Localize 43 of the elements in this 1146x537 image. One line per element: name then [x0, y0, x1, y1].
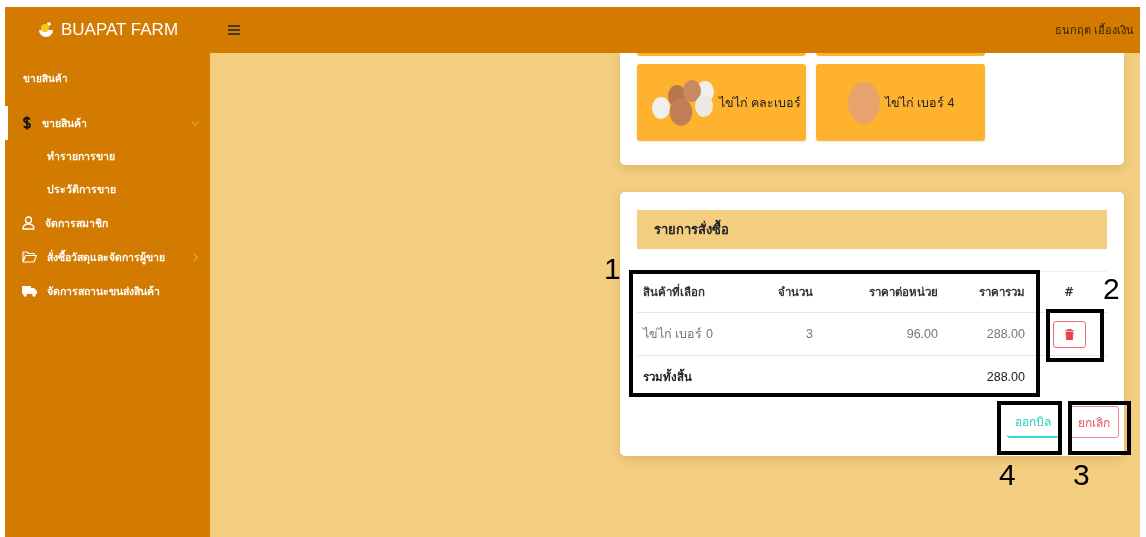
chevron-icon [191, 118, 200, 128]
chevron-icon [191, 252, 200, 262]
user-name: ธนกฤต เอื้องเงิน [1054, 22, 1134, 39]
sidebar-subitem[interactable]: ทำรายการขาย [5, 140, 210, 173]
annotation-number: 3 [1073, 458, 1090, 492]
table-cell-text: 3 [805, 327, 813, 341]
sidebar-item[interactable]: สั่งซื้อวัสดุและจัดการผู้ขาย [5, 240, 210, 274]
trash-icon [1064, 328, 1074, 340]
annotation-frame [997, 401, 1062, 455]
user-icon [22, 216, 35, 230]
total-label: รวมทั้งสิ้น [642, 368, 693, 386]
column-header: # [1063, 285, 1075, 299]
order-title: รายการสั่งซื้อ [654, 219, 729, 240]
menu-icon [228, 25, 240, 35]
table-cell-text: 288.00 [985, 327, 1025, 341]
annotation-number: 2 [1103, 272, 1120, 306]
eggs-drawing [649, 77, 715, 128]
folder-icon [22, 251, 37, 263]
column-header: ราคารวม [978, 284, 1025, 301]
sidebar-item[interactable]: จัดการสมาชิก [5, 206, 210, 240]
sidebar-subitem[interactable]: ประวัติการขาย [5, 173, 210, 206]
annotation-number: 4 [999, 458, 1016, 492]
total-value: 288.00 [985, 370, 1025, 384]
chick-logo-icon [36, 21, 55, 39]
sidebar-item[interactable]: จัดการสถานะขนส่งสินค้า [5, 274, 210, 308]
truck-icon [22, 285, 37, 297]
table-cell-text: 96.00 [905, 327, 938, 341]
annotation-number: 1 [604, 252, 621, 286]
menu-button[interactable] [228, 25, 240, 35]
product-tile[interactable]: ไข่ไก่ คละเบอร์ [637, 64, 806, 141]
delete-button[interactable] [1052, 320, 1086, 348]
sidebar-section-title: ขายสินค้า [22, 72, 69, 86]
column-header: จำนวน [777, 284, 813, 301]
brand-name: BUAPAT FARM [60, 20, 179, 40]
egg-drawing [846, 80, 881, 125]
column-header: ราคาต่อหน่วย [868, 284, 938, 301]
annotation-frame [1068, 401, 1131, 455]
column-header: สินค้าที่เลือก [642, 283, 706, 301]
table-cell-text: ไข่ไก่ เบอร์ 0 [641, 326, 714, 343]
cancel-button[interactable]: ยกเลิก [1069, 406, 1119, 438]
dollar-icon [22, 116, 32, 130]
annotation-frame [1046, 309, 1104, 362]
product-tile[interactable]: ไข่ไก่ เบอร์ 4 [816, 64, 985, 141]
